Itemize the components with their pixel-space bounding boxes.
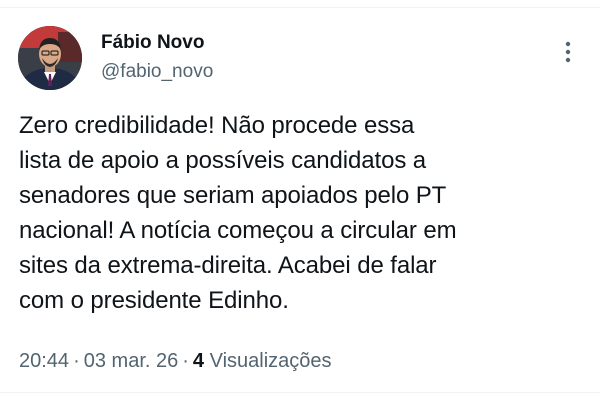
more-vertical-icon	[565, 41, 571, 63]
tweet-text: Zero credibilidade! Não procede essa lis…	[19, 112, 457, 314]
author-display-name[interactable]: Fábio Novo	[101, 31, 213, 55]
meta-separator: ·	[73, 350, 80, 372]
avatar-photo-icon	[18, 26, 82, 90]
more-options-button[interactable]	[556, 38, 580, 66]
bottom-divider	[0, 392, 600, 393]
views-count: 4	[192, 350, 205, 372]
tweet-date[interactable]: 03 mar. 26	[84, 350, 179, 372]
avatar[interactable]	[18, 26, 82, 90]
tweet-meta: 20:44 · 03 mar. 26 · 4 Visualizações	[19, 347, 332, 375]
tweet-time[interactable]: 20:44	[19, 350, 69, 372]
author-block: Fábio Novo @fabio_novo	[101, 31, 213, 84]
views-label: Visualizações	[209, 350, 332, 372]
tweet-card: Fábio Novo @fabio_novo Zero credibilidad…	[0, 0, 600, 400]
meta-separator-2: ·	[182, 350, 189, 372]
top-divider	[0, 7, 600, 8]
author-handle[interactable]: @fabio_novo	[101, 60, 213, 84]
